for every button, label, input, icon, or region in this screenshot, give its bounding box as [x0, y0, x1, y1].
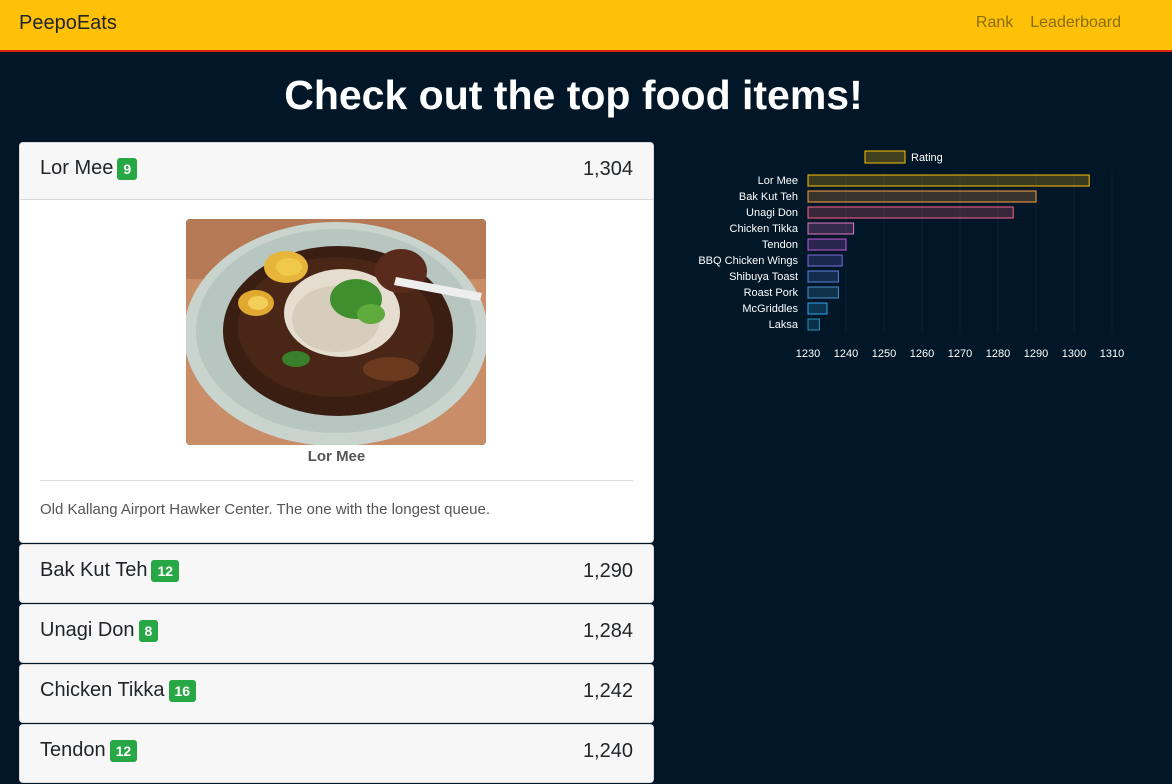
- brand-link[interactable]: PeepoEats: [19, 12, 117, 35]
- bar: [807, 222, 855, 235]
- x-tick-label: 1270: [948, 348, 972, 360]
- navbar: PeepoEats Rank Leaderboard: [0, 0, 1172, 52]
- y-tick-label: Tendon: [762, 239, 798, 251]
- count-badge: 8: [138, 619, 159, 642]
- bar: [807, 190, 1037, 203]
- bar: [807, 286, 839, 299]
- food-photo-image: [186, 219, 486, 445]
- y-tick-label: Laksa: [769, 319, 799, 331]
- x-tick-label: 1230: [796, 348, 820, 360]
- food-card-header[interactable]: Chicken Tikka 16 1,242: [20, 665, 653, 722]
- count-badge: 12: [109, 739, 138, 762]
- bar: [807, 302, 828, 315]
- food-name-group: Unagi Don 8: [40, 619, 159, 642]
- food-list: Lor Mee 9 1,304 Lor Mee Old Kallang Airp…: [19, 142, 654, 784]
- nav-links: Rank Leaderboard: [976, 14, 1121, 32]
- food-name-group: Bak Kut Teh 12: [40, 559, 180, 582]
- x-tick-label: 1290: [1024, 348, 1048, 360]
- y-tick-label: Bak Kut Teh: [739, 191, 798, 203]
- x-tick-label: 1250: [872, 348, 896, 360]
- count-badge: 16: [168, 679, 197, 702]
- food-card: Unagi Don 8 1,284: [19, 604, 654, 663]
- food-card: Bak Kut Teh 12 1,290: [19, 544, 654, 603]
- page-title: Check out the top food items!: [284, 72, 863, 118]
- nav-link-leaderboard[interactable]: Leaderboard: [1030, 14, 1121, 32]
- y-tick-label: Chicken Tikka: [730, 223, 799, 235]
- food-card: Lor Mee 9 1,304 Lor Mee Old Kallang Airp…: [19, 142, 654, 543]
- y-tick-label: BBQ Chicken Wings: [698, 255, 798, 267]
- y-tick-label: Lor Mee: [758, 175, 798, 187]
- food-rating: 1,242: [582, 680, 633, 702]
- count-badge: 12: [151, 559, 180, 582]
- food-card: Tendon 12 1,240: [19, 724, 654, 783]
- x-tick-label: 1280: [986, 348, 1010, 360]
- count-badge: 9: [117, 157, 138, 180]
- legend-label: Rating: [911, 152, 943, 164]
- food-card-body: Lor Mee Old Kallang Airport Hawker Cente…: [20, 200, 653, 542]
- food-card-header[interactable]: Tendon 12 1,240: [20, 725, 653, 782]
- bar: [807, 238, 847, 251]
- bar: [807, 318, 820, 331]
- y-tick-label: Unagi Don: [746, 207, 798, 219]
- bar: [807, 174, 1090, 187]
- x-tick-label: 1310: [1100, 348, 1124, 360]
- food-name-group: Tendon 12: [40, 739, 138, 762]
- legend-swatch: [864, 150, 906, 164]
- x-tick-label: 1240: [834, 348, 858, 360]
- bar: [807, 206, 1014, 219]
- food-rating: 1,290: [582, 560, 633, 582]
- food-card: Chicken Tikka 16 1,242: [19, 664, 654, 723]
- nav-link-rank[interactable]: Rank: [976, 14, 1013, 32]
- rating-chart: 1230 1240 1250 1260 1270 1280 1290 1300 1310 Rati…: [698, 150, 1124, 360]
- food-photo: [186, 219, 486, 445]
- x-tick-label: 1260: [910, 348, 934, 360]
- food-name: Bak Kut Teh: [40, 559, 148, 581]
- divider: [40, 480, 633, 481]
- food-rating: 1,304: [582, 158, 633, 180]
- food-description: Old Kallang Airport Hawker Center. The o…: [40, 501, 490, 518]
- food-card-header[interactable]: Unagi Don 8 1,284: [20, 605, 653, 662]
- food-name-group: Lor Mee 9: [40, 157, 138, 180]
- y-tick-label: Roast Pork: [744, 287, 799, 299]
- bar: [807, 254, 843, 267]
- y-tick-label: McGriddles: [742, 303, 798, 315]
- food-name-group: Chicken Tikka 16: [40, 679, 197, 702]
- food-rating: 1,240: [582, 740, 633, 762]
- bar: [807, 270, 839, 283]
- food-name: Chicken Tikka: [40, 679, 165, 701]
- food-rating: 1,284: [582, 620, 633, 642]
- photo-caption: Lor Mee: [307, 448, 366, 465]
- food-name: Tendon: [40, 739, 106, 761]
- food-card-header[interactable]: Lor Mee 9 1,304: [20, 143, 653, 200]
- y-tick-label: Shibuya Toast: [729, 271, 798, 283]
- food-name: Unagi Don: [40, 619, 135, 641]
- food-name: Lor Mee: [40, 157, 114, 179]
- x-tick-label: 1300: [1062, 348, 1086, 360]
- food-card-header[interactable]: Bak Kut Teh 12 1,290: [20, 545, 653, 602]
